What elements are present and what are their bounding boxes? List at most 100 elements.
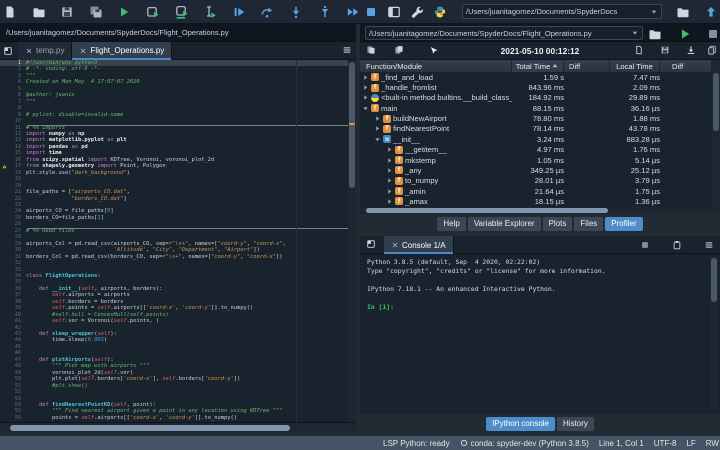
profiler-row[interactable]: f mkstemp 1.05 ms 5.14 µs (360, 155, 712, 165)
console-options-icon[interactable] (704, 240, 714, 250)
interrupt-kernel-icon[interactable] (640, 240, 650, 250)
editor-tab-flight_operations-py[interactable]: Flight_Operations.py (72, 41, 173, 60)
profiler-row[interactable]: f findNearestPoint 78.14 ms 43.78 ms (360, 124, 712, 134)
conda-env-status[interactable]: conda: spyder-dev (Python 3.8.5) (460, 439, 589, 448)
profiler-row[interactable]: f _handle_fromlist 843.96 ms 2.09 ms (360, 82, 712, 92)
editor-tab-label: Flight_Operations.py (90, 46, 165, 55)
clear-comparison-button[interactable] (707, 45, 717, 55)
profiler-browse-button[interactable] (648, 27, 662, 41)
expander-closed-icon[interactable] (386, 167, 393, 174)
run-profiler-button[interactable] (678, 27, 692, 41)
profiler-row[interactable]: f _amin 21.64 µs 1.75 µs (360, 186, 712, 196)
expander-closed-icon[interactable] (386, 157, 393, 164)
open-file-button[interactable] (32, 5, 46, 19)
tab-help[interactable]: Help (437, 216, 466, 231)
working-directory-combo[interactable]: /Users/juanitagomez/Documents/SpyderDocs (462, 4, 662, 19)
browse-working-directory-button[interactable] (676, 5, 690, 19)
profiler-horizontal-scrollbar[interactable] (360, 207, 712, 214)
stop-profiler-button[interactable] (706, 27, 720, 41)
expander-closed-icon[interactable] (362, 84, 369, 91)
column-diff[interactable]: Diff (564, 60, 610, 72)
inspect-object-icon[interactable] (672, 240, 682, 250)
profiler-table-header[interactable]: Function/Module Total Time Diff Local Ti… (360, 60, 712, 72)
profiler-vertical-scrollbar-thumb[interactable] (713, 73, 719, 131)
browse-tabs-icon[interactable] (3, 46, 13, 56)
editor-tab-temp-py[interactable]: temp.py (18, 41, 73, 60)
editor-vertical-scrollbar[interactable] (348, 60, 356, 422)
preferences-button[interactable] (410, 5, 424, 19)
console-vertical-scrollbar-thumb[interactable] (711, 258, 717, 302)
new-file-button[interactable] (3, 5, 17, 19)
step-over-button[interactable] (260, 5, 274, 19)
python-env-button[interactable] (433, 5, 447, 19)
profiler-row[interactable]: f _amax 18.15 µs 1.36 µs (360, 196, 712, 206)
continue-button[interactable] (346, 5, 360, 19)
collapse-all-button[interactable] (366, 45, 376, 55)
maximize-pane-button[interactable] (387, 5, 401, 19)
column-local-time[interactable]: Local Time (610, 60, 660, 72)
profiler-row[interactable]: m __init__ 3.24 ms 883.28 µs (360, 134, 712, 144)
debug-file-button[interactable] (232, 5, 246, 19)
expander-closed-icon[interactable] (386, 188, 393, 195)
editor-horizontal-scrollbar[interactable] (0, 422, 356, 433)
editor-horizontal-scrollbar-thumb[interactable] (10, 425, 290, 431)
tab-variable-explorer[interactable]: Variable Explorer (467, 216, 541, 231)
column-function-module[interactable]: Function/Module (360, 60, 512, 72)
tab-ipython-console[interactable]: IPython console (486, 416, 556, 431)
console-tab-console-1-a[interactable]: Console 1/A (384, 236, 454, 254)
expander-closed-icon[interactable] (386, 146, 393, 153)
local-time-value: 2.09 ms (632, 83, 660, 93)
run-cell-advance-button[interactable] (175, 5, 189, 19)
profiler-row[interactable]: f to_numpy 28.01 µs 3.79 µs (360, 176, 712, 186)
expander-closed-icon[interactable] (386, 198, 393, 205)
tab-profiler[interactable]: Profiler (605, 216, 643, 231)
python-badge-icon (371, 93, 379, 102)
profiler-row[interactable]: f _find_and_load 1.59 s 7.47 ms (360, 72, 712, 82)
profiler-row[interactable]: f buildNewAirport 78.80 ms 1.88 ms (360, 113, 712, 123)
expander-closed-icon[interactable] (362, 74, 369, 81)
step-out-button[interactable] (318, 5, 332, 19)
tab-plots[interactable]: Plots (542, 216, 573, 231)
close-icon[interactable] (79, 47, 87, 55)
expander-closed-icon[interactable] (374, 115, 381, 122)
close-icon[interactable] (391, 241, 399, 249)
column-total-time[interactable]: Total Time (512, 60, 564, 72)
profiler-horizontal-scrollbar-thumb[interactable] (366, 208, 608, 213)
run-selection-button[interactable] (203, 5, 217, 19)
save-profile-button[interactable] (660, 45, 670, 55)
expander-closed-icon[interactable] (374, 125, 381, 132)
profiler-row[interactable]: f main 88.15 ms 36.16 µs (360, 103, 712, 113)
tab-files[interactable]: Files (574, 216, 604, 231)
step-into-button[interactable] (289, 5, 303, 19)
show-output-button[interactable] (634, 45, 644, 55)
profiler-row[interactable]: <built-in method builtins.__build_class_… (360, 93, 712, 103)
close-icon[interactable] (25, 47, 33, 55)
profiler-row[interactable]: f _any 349.25 µs 25.12 µs (360, 165, 712, 175)
console-output[interactable]: Python 3.8.5 (default, Sep 4 2020, 02:22… (367, 258, 697, 312)
browse-tabs-icon[interactable] (366, 239, 376, 249)
run-file-button[interactable] (117, 5, 131, 19)
total-time-value: 4.97 ms (536, 145, 564, 155)
parent-directory-button[interactable] (704, 5, 718, 19)
line-number[interactable]: 56 (0, 415, 26, 421)
expand-all-button[interactable] (394, 45, 404, 55)
editor-options-icon[interactable] (342, 45, 352, 55)
run-cell-button[interactable] (146, 5, 160, 19)
save-button[interactable] (60, 5, 74, 19)
column-diff-2[interactable]: Diff (660, 60, 712, 72)
console-vertical-scrollbar[interactable] (710, 256, 718, 410)
profiler-vertical-scrollbar[interactable] (712, 60, 720, 214)
save-all-button[interactable] (89, 5, 103, 19)
tab-history[interactable]: History (557, 416, 594, 431)
expander-open-icon[interactable] (362, 105, 369, 112)
chevron-down-icon[interactable] (650, 8, 658, 16)
expander-closed-icon[interactable] (386, 177, 393, 184)
stop-debug-button[interactable] (364, 5, 378, 19)
load-profile-button[interactable] (686, 45, 696, 55)
profiler-script-combo[interactable]: /Users/juanitagomez/Documents/SpyderDocs… (365, 26, 643, 40)
expander-closed-icon[interactable] (362, 94, 369, 101)
editor-vertical-scrollbar-thumb[interactable] (349, 62, 355, 188)
chevron-down-icon[interactable] (631, 29, 639, 37)
profiler-row[interactable]: f __getitem__ 4.97 ms 1.76 ms (360, 145, 712, 155)
expander-open-icon[interactable] (374, 136, 381, 143)
